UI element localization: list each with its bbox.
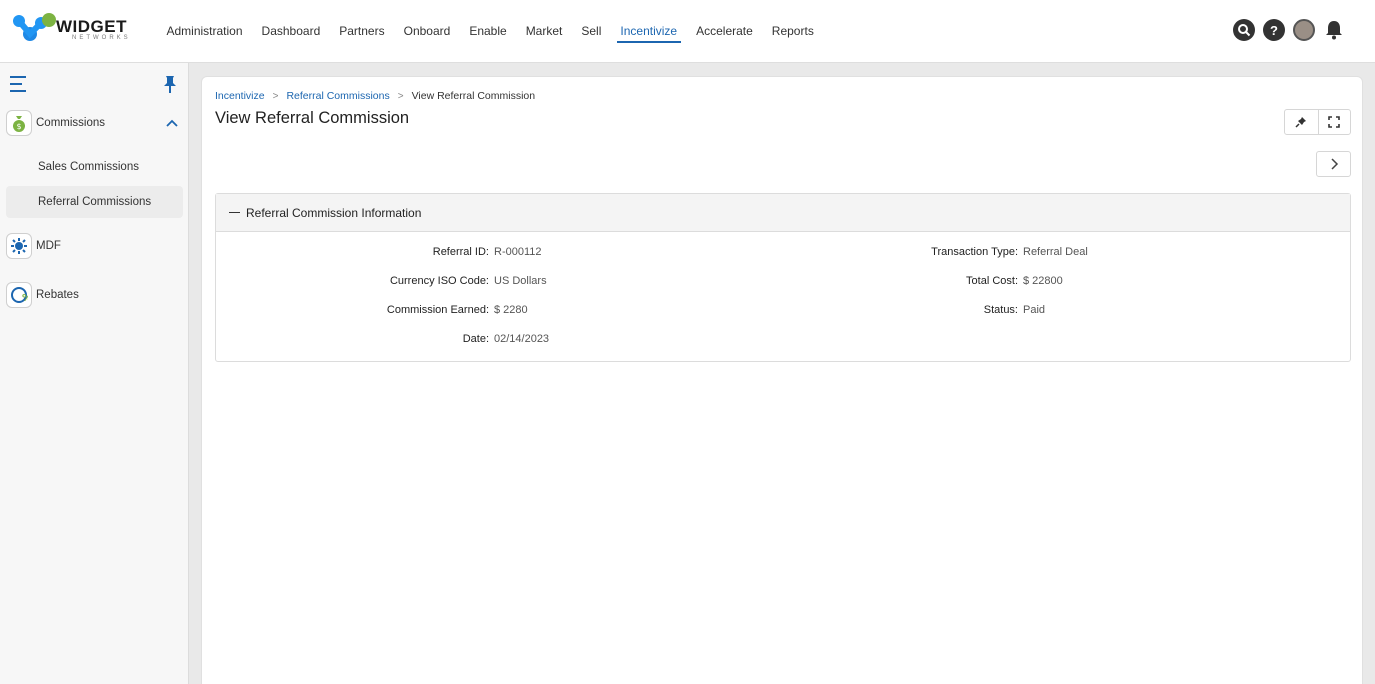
svg-text:%: % [22, 293, 28, 304]
search-icon[interactable] [1233, 19, 1255, 41]
field-label: Currency ISO Code: [389, 275, 489, 287]
widget-networks-logo[interactable]: WIDGET NETWORKS [12, 12, 142, 50]
field-value: $ 2280 [494, 304, 528, 316]
main-nav: Administration Dashboard Partners Onboar… [157, 0, 823, 63]
logo-mark-icon [13, 13, 56, 41]
sidebar-item-referral-commissions[interactable]: Referral Commissions [6, 186, 183, 218]
field-transaction-type: Transaction Type: Referral Deal [716, 246, 1088, 258]
field-value: US Dollars [494, 275, 547, 287]
nav-enable[interactable]: Enable [460, 0, 516, 63]
top-navigation-bar: WIDGET NETWORKS Administration Dashboard… [0, 0, 1375, 63]
sidebar: $ Commissions Sales Commissions Referral… [0, 63, 189, 684]
sidebar-group-label: Rebates [36, 289, 79, 301]
panel-title: Referral Commission Information [246, 205, 422, 220]
chevron-right-icon [1330, 158, 1338, 170]
field-commission-earned: Commission Earned: $ 2280 [216, 304, 528, 316]
nav-incentivize[interactable]: Incentivize [611, 0, 687, 63]
sidebar-group-commissions[interactable]: $ Commissions [6, 110, 105, 136]
pin-icon [1295, 117, 1307, 128]
money-bag-icon: $ [6, 110, 32, 136]
pin-sidebar-icon[interactable] [163, 75, 177, 93]
sidebar-group-mdf[interactable]: MDF [6, 233, 61, 259]
field-date: Date: 02/14/2023 [216, 333, 549, 345]
field-label: Transaction Type: [931, 246, 1018, 258]
notification-bell-icon[interactable] [1323, 19, 1345, 41]
menu-toggle-icon[interactable] [10, 76, 26, 92]
breadcrumb-incentivize[interactable]: Incentivize [215, 90, 265, 102]
field-label: Status: [983, 304, 1018, 316]
nav-sell[interactable]: Sell [572, 0, 611, 63]
sidebar-group-rebates[interactable]: % Rebates [6, 282, 79, 308]
field-label: Commission Earned: [386, 304, 489, 316]
logo-tagline: NETWORKS [72, 35, 131, 41]
field-value: R-000112 [494, 246, 542, 258]
next-record-button[interactable] [1316, 151, 1351, 177]
field-value: $ 22800 [1023, 275, 1063, 287]
field-label: Total Cost: [966, 275, 1018, 287]
field-status: Status: Paid [716, 304, 1045, 316]
sidebar-group-label: MDF [36, 240, 61, 252]
breadcrumb-referral-commissions[interactable]: Referral Commissions [286, 90, 389, 102]
page-title: View Referral Commission [215, 109, 410, 127]
field-label: Referral ID: [432, 246, 489, 258]
sidebar-item-sales-commissions[interactable]: Sales Commissions [6, 151, 183, 183]
nav-dashboard[interactable]: Dashboard [252, 0, 330, 63]
breadcrumb-current: View Referral Commission [411, 90, 536, 102]
breadcrumb-chevron-icon: > [397, 90, 404, 102]
user-avatar[interactable] [1293, 19, 1315, 41]
svg-text:$: $ [16, 122, 21, 131]
sidebar-group-label: Commissions [36, 117, 106, 129]
field-referral-id: Referral ID: R-000112 [216, 246, 542, 258]
percent-icon: % [6, 282, 32, 308]
panel-header[interactable]: Referral Commission Information [216, 194, 1350, 232]
fullscreen-button[interactable] [1317, 110, 1351, 134]
field-total-cost: Total Cost: $ 22800 [716, 275, 1063, 287]
pin-page-button[interactable] [1285, 110, 1318, 134]
status-value: Paid [1023, 304, 1046, 316]
breadcrumb: Incentivize > Referral Commissions > Vie… [215, 90, 535, 102]
nav-reports[interactable]: Reports [762, 0, 823, 63]
referral-commission-info-panel: Referral Commission Information Referral… [215, 193, 1351, 362]
fullscreen-icon [1328, 116, 1341, 128]
content-card: Incentivize > Referral Commissions > Vie… [201, 76, 1363, 684]
logo-wordmark: WIDGET [56, 17, 127, 36]
view-tools [1284, 109, 1351, 135]
nav-accelerate[interactable]: Accelerate [687, 0, 763, 63]
top-actions: ? [1233, 19, 1345, 41]
nav-administration[interactable]: Administration [157, 0, 252, 63]
breadcrumb-chevron-icon: > [272, 90, 279, 102]
nav-market[interactable]: Market [516, 0, 572, 63]
field-value: 02/14/2023 [494, 333, 550, 345]
field-value: Referral Deal [1023, 246, 1088, 258]
chevron-up-icon[interactable] [166, 117, 178, 129]
gear-network-icon [6, 233, 32, 259]
nav-onboard[interactable]: Onboard [394, 0, 460, 63]
help-icon[interactable]: ? [1263, 19, 1285, 41]
field-label: Date: [462, 333, 489, 345]
collapse-icon[interactable] [229, 211, 240, 214]
nav-partners[interactable]: Partners [330, 0, 394, 63]
field-currency-iso-code: Currency ISO Code: US Dollars [216, 275, 547, 287]
